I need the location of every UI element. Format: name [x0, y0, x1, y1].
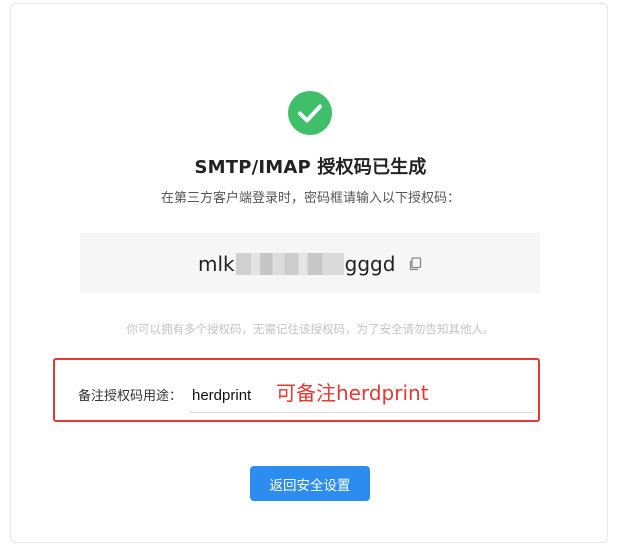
auth-code-suffix: gggd — [344, 252, 396, 276]
annotation-note: 可备注herdprint — [276, 381, 429, 405]
copy-icon[interactable] — [407, 256, 423, 272]
page: SMTP/IMAP 授权码已生成 在第三方客户端登录时，密码框请输入以下授权码：… — [0, 0, 621, 549]
remark-label: 备注授权码用途： — [78, 389, 183, 404]
auth-code-prefix: mlk — [198, 252, 235, 276]
page-title: SMTP/IMAP 授权码已生成 — [194, 157, 427, 178]
back-to-security-settings-button[interactable]: 返回安全设置 — [250, 466, 370, 501]
auth-code-display: mlk gggd — [198, 251, 423, 277]
auth-code-mask — [235, 253, 344, 275]
instruction-text: 在第三方客户端登录时，密码框请输入以下授权码： — [160, 191, 460, 206]
security-hint: 你可以拥有多个授权码，无需记住该授权码，为了安全请勿告知其他人。 — [126, 322, 495, 336]
check-circle-icon — [288, 91, 332, 135]
